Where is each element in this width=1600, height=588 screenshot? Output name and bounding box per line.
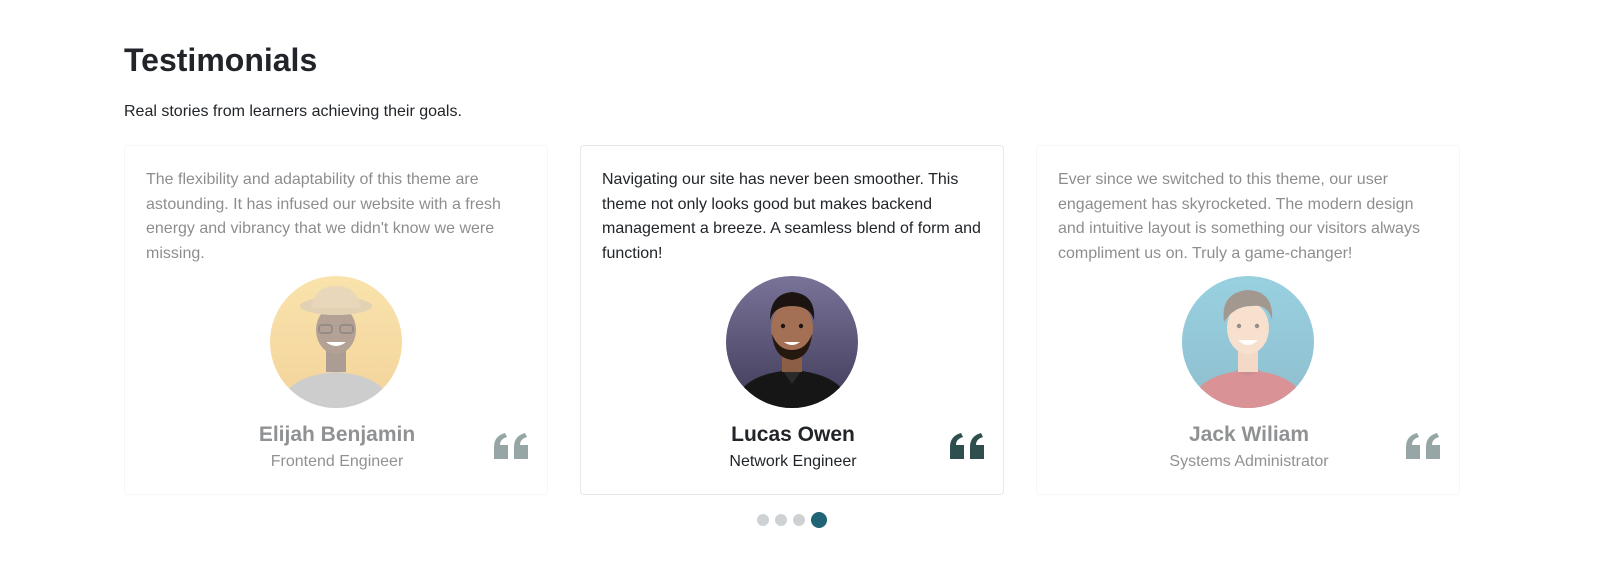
avatar (1182, 276, 1314, 408)
avatar (726, 276, 858, 408)
section-title: Testimonials (124, 42, 318, 78)
testimonial-role: Network Engineer (729, 453, 857, 470)
pagination-dot[interactable] (757, 514, 769, 526)
quote-icon (1406, 433, 1440, 459)
testimonials-section: Testimonials Real stories from learners … (0, 0, 1600, 588)
section-subtitle: Real stories from learners achieving the… (124, 103, 462, 120)
testimonial-quote: The flexibility and adaptability of this… (146, 171, 501, 262)
pagination-dot[interactable] (775, 514, 787, 526)
carousel-pagination (757, 511, 827, 529)
pagination-dot[interactable] (793, 514, 805, 526)
testimonial-role: Systems Administrator (1169, 453, 1329, 470)
quote-icon (950, 433, 984, 459)
testimonial-name: Lucas Owen (731, 423, 855, 446)
avatar (270, 276, 402, 408)
testimonial-card[interactable]: Navigating our site has never been smoot… (580, 145, 1004, 495)
testimonial-card[interactable]: The flexibility and adaptability of this… (124, 145, 548, 495)
quote-icon (494, 433, 528, 459)
testimonial-card[interactable]: Ever since we switched to this theme, ou… (1036, 145, 1460, 495)
testimonial-name: Elijah Benjamin (258, 423, 416, 446)
pagination-dot-active[interactable] (811, 512, 827, 528)
testimonial-quote: Navigating our site has never been smoot… (602, 171, 981, 262)
testimonial-role: Frontend Engineer (270, 453, 404, 470)
testimonial-name: Jack Wiliam (1188, 423, 1310, 446)
testimonial-quote: Ever since we switched to this theme, ou… (1058, 171, 1420, 262)
